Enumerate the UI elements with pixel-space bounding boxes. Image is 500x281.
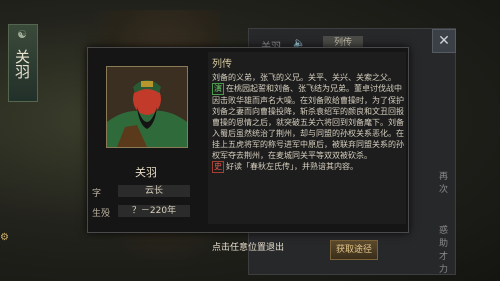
lifespan-value: ？－220年: [118, 205, 190, 217]
style-name-label: 字: [92, 189, 102, 199]
faction-icon: ☯: [17, 28, 27, 41]
bio-intro: 刘备的义弟，张飞的义兄。关平、关兴、关索之父。: [212, 73, 396, 82]
biography-popup[interactable]: 关羽 字 云长 生殁 ？－220年 列传 刘备的义弟，张飞的义兄。关平、关兴、关…: [87, 47, 409, 233]
hero-portrait: [106, 66, 188, 148]
close-icon[interactable]: ✕: [432, 29, 456, 53]
bio-romance: 在桃园起誓和刘备、张飞结为兄弟。董卓讨伐战中因击败华雄而声名大噪。在刘备败给曹操…: [212, 84, 404, 160]
hero-name-plate: ☯ 关羽: [8, 24, 38, 102]
settings-gear-icon[interactable]: ⚙: [0, 232, 10, 246]
history-tag: 史: [212, 161, 224, 173]
panel-side-text-3: 才力: [439, 252, 449, 275]
panel-side-text-2: 惑助: [439, 226, 449, 249]
romance-tag: 演: [212, 83, 224, 95]
biography-title: 列传: [212, 59, 232, 70]
biography-box: 列传 刘备的义弟，张飞的义兄。关平、关兴、关索之父。 演在桃园起誓和刘备、张飞结…: [208, 52, 406, 224]
panel-side-text-1: 再次: [439, 172, 449, 195]
acquire-method-button[interactable]: 获取途径: [330, 240, 378, 260]
exit-hint[interactable]: 点击任意位置退出: [212, 240, 284, 253]
bio-history: 好读「春秋左氏传」，并熟谙其内容。: [226, 162, 358, 171]
lifespan-label: 生殁: [92, 209, 111, 219]
biography-text: 刘备的义弟，张飞的义兄。关平、关兴、关索之父。 演在桃园起誓和刘备、张飞结为兄弟…: [212, 72, 406, 173]
vertical-hero-name: 关羽: [13, 49, 31, 79]
hero-name: 关羽: [135, 166, 157, 179]
style-name-value: 云长: [118, 185, 190, 197]
